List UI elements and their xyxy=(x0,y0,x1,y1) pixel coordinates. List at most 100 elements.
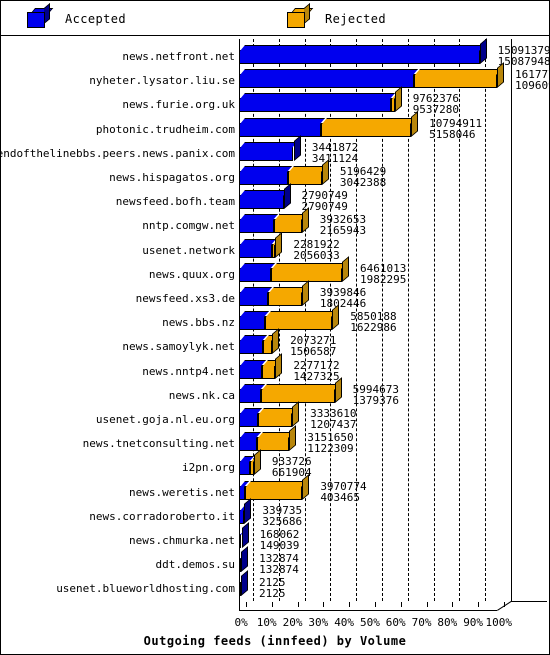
bar-group xyxy=(239,449,268,476)
x-tick-label: 60% xyxy=(385,616,406,629)
bar-side-face xyxy=(334,376,342,403)
x-tick-label: 100% xyxy=(485,616,513,629)
bar-side-face xyxy=(275,231,283,258)
x-tick-label: 70% xyxy=(411,616,432,629)
bar-segment-accepted xyxy=(239,166,292,185)
bar-value-accepted: 1207437 xyxy=(310,418,357,431)
chart-plot-area: news.netfront.net 15091379 15087948 nyheter… xyxy=(0,37,550,654)
y-axis-label: news.nk.ca xyxy=(168,388,235,402)
bar-value-total: 10794911 xyxy=(429,116,483,130)
bar-segment-rejected xyxy=(287,166,326,185)
bar-group xyxy=(239,86,409,113)
bar-value-accepted: 2165943 xyxy=(319,224,367,238)
bar-segment-accepted xyxy=(239,214,278,234)
y-axis-label: news.hispagatos.org xyxy=(109,171,235,184)
bar-group xyxy=(239,183,298,210)
legend-label-rejected: Rejected xyxy=(325,11,386,26)
bar-side-face xyxy=(241,570,248,597)
bar-group xyxy=(239,207,316,234)
bar-value-labels: 2277172 1427325 xyxy=(293,360,339,382)
bar-segment-accepted xyxy=(239,287,272,306)
bar-top-accepted xyxy=(240,45,484,51)
x-axis-front xyxy=(239,610,497,611)
bar-side-face xyxy=(275,352,283,379)
bar-side-face xyxy=(244,497,252,524)
x-tick-70pct xyxy=(426,601,428,607)
bar-top-rejected xyxy=(268,287,306,293)
bar-group xyxy=(239,328,286,355)
bar-side-face xyxy=(272,328,280,355)
bar-value-labels: 168062 149039 xyxy=(260,529,300,551)
y-axis-label: usenet.goja.nl.eu.org xyxy=(95,413,235,426)
bar-segment-accepted xyxy=(239,45,484,64)
bar-group xyxy=(239,134,308,161)
y-axis-label: news.furie.org.uk xyxy=(122,98,235,112)
bar-value-labels: 339735 325686 xyxy=(262,505,302,527)
y-axis-label: newsfeed.xs3.de xyxy=(135,292,235,305)
bar-value-accepted: 325686 xyxy=(262,514,303,528)
bar-group xyxy=(239,425,303,452)
x-axis-back xyxy=(511,601,547,602)
bar-value-accepted: 2125 xyxy=(259,587,286,601)
bar-value-total: 2281922 xyxy=(293,237,340,251)
bar-value-labels: 5850188 1622986 xyxy=(350,311,396,333)
x-tick-100pct xyxy=(504,601,505,607)
bar-segment-accepted xyxy=(239,117,326,137)
x-tick-50pct xyxy=(375,601,376,607)
bar-top-rejected xyxy=(246,480,307,487)
bar-top-rejected xyxy=(414,69,502,76)
y-axis-label: usenet.blueworldhosting.com xyxy=(56,582,235,596)
bar-top-accepted xyxy=(240,93,396,100)
gridline-90pct xyxy=(485,39,487,601)
bar-group xyxy=(239,570,255,597)
y-axis-label: news.corradoroberto.it xyxy=(89,509,235,523)
bar-top-rejected xyxy=(261,383,339,390)
legend-item-rejected: Rejected xyxy=(287,1,386,36)
legend-item-accepted: Accepted xyxy=(27,1,126,36)
bar-segment-accepted xyxy=(239,456,254,476)
bar-side-face xyxy=(289,425,297,452)
bar-side-face xyxy=(394,86,402,113)
chart-page: Accepted Rejected news.netfront.net 15091… xyxy=(0,0,550,655)
y-axis-label: news.chmurka.net xyxy=(129,534,235,547)
x-tick-label: 80% xyxy=(437,616,458,629)
bar-group xyxy=(239,401,306,427)
bar-value-labels: 3151650 1122309 xyxy=(307,432,353,454)
x-tick-60pct xyxy=(400,601,402,607)
y-axis-label: news.nntp4.net xyxy=(142,364,235,378)
bar-top-rejected xyxy=(322,117,416,124)
bar-segment-accepted xyxy=(239,141,298,161)
bar-value-labels: 10794911 5158046 xyxy=(429,118,482,140)
bar-segment-rejected xyxy=(413,69,502,89)
bar-segment-accepted xyxy=(239,311,269,331)
y-axis-label: news.bbs.nz xyxy=(162,316,235,330)
bar-segment-accepted xyxy=(239,262,275,282)
bar-value-total: 2277172 xyxy=(293,358,340,372)
bar-value-accepted: 5158046 xyxy=(429,127,476,141)
bar-group xyxy=(239,352,289,379)
bar-segment-accepted xyxy=(239,335,268,355)
y-axis-line xyxy=(239,39,240,610)
bar-top-accepted xyxy=(240,166,292,172)
bar-value-labels: 15091379 15087948 xyxy=(498,45,550,67)
bar-value-accepted: 1622986 xyxy=(350,321,397,335)
bar-side-face xyxy=(302,473,310,500)
y-axis-label: news.samoylyk.net xyxy=(122,340,235,354)
bar-value-accepted: 9537280 xyxy=(412,103,460,117)
bar-segment-rejected xyxy=(245,480,307,500)
bar-segment-accepted xyxy=(239,432,261,452)
bar-group xyxy=(239,38,494,64)
bar-value-labels: 9762376 9537280 xyxy=(413,93,459,115)
x-tick-10pct xyxy=(271,601,273,607)
x-tick-label: 40% xyxy=(334,616,355,629)
y-axis-label: newsfeed.bofh.team xyxy=(115,195,235,209)
bar-side-face xyxy=(253,449,261,476)
bar-group xyxy=(239,62,511,89)
bar-side-face xyxy=(321,159,329,185)
bar-side-face xyxy=(332,304,340,331)
x-tick-0pct xyxy=(246,601,247,607)
bar-side-face xyxy=(411,110,419,137)
bar-segment-accepted xyxy=(239,93,396,113)
bar-value-labels: 3932653 2165943 xyxy=(320,214,366,236)
bar-group xyxy=(239,280,316,306)
